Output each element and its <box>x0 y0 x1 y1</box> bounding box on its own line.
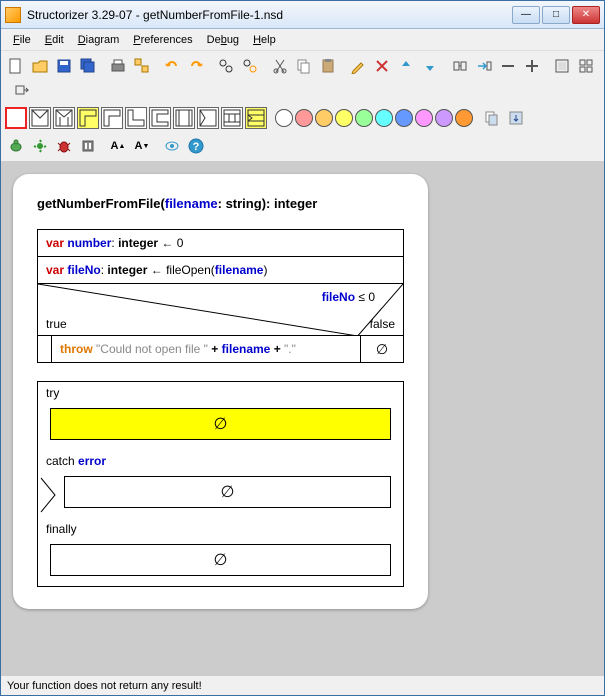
element-while[interactable] <box>101 107 123 129</box>
app-window: Structorizer 3.29-07 - getNumberFromFile… <box>0 0 605 696</box>
copy-icon[interactable] <box>293 55 315 77</box>
font-up-icon[interactable]: A▲ <box>107 135 129 157</box>
delete-icon[interactable] <box>371 55 393 77</box>
color-purple[interactable] <box>435 109 453 127</box>
save-all-icon[interactable] <box>77 55 99 77</box>
menu-diagram[interactable]: Diagram <box>72 32 126 48</box>
instruction-block-2[interactable]: var fileNo: integer ← fileOpen(filename) <box>38 257 403 283</box>
element-forever[interactable] <box>149 107 171 129</box>
color-yellow[interactable] <box>335 109 353 127</box>
menu-file[interactable]: File <box>7 32 37 48</box>
app-icon <box>5 7 21 23</box>
collapse-icon[interactable] <box>497 55 519 77</box>
menu-edit[interactable]: Edit <box>39 32 70 48</box>
color-magenta[interactable] <box>415 109 433 127</box>
try-body-slot[interactable]: ∅ <box>50 408 391 440</box>
element-try[interactable] <box>245 107 267 129</box>
menu-preferences[interactable]: Preferences <box>127 32 198 48</box>
print-icon[interactable] <box>107 55 129 77</box>
titlebar: Structorizer 3.29-07 - getNumberFromFile… <box>1 1 604 29</box>
menu-debug[interactable]: Debug <box>201 32 245 48</box>
catch-body-slot[interactable]: ∅ <box>64 476 391 508</box>
export-icon[interactable] <box>505 107 527 129</box>
nsd-diagram[interactable]: getNumberFromFile(filename: string): int… <box>13 174 428 609</box>
try-block[interactable]: try ∅ catch error ∅ finally ∅ <box>37 381 404 587</box>
finally-body-slot[interactable]: ∅ <box>50 544 391 576</box>
window-title: Structorizer 3.29-07 - getNumberFromFile… <box>27 8 512 22</box>
window-controls: — □ ✕ <box>512 6 600 24</box>
paste-icon[interactable] <box>317 55 339 77</box>
run-icon[interactable] <box>29 135 51 157</box>
color-red[interactable] <box>295 109 313 127</box>
copy-diagram-icon[interactable] <box>481 107 503 129</box>
move-up-icon[interactable] <box>395 55 417 77</box>
edit-icon[interactable] <box>347 55 369 77</box>
svg-text:?: ? <box>193 141 200 153</box>
menu-help[interactable]: Help <box>247 32 282 48</box>
catch-chevron-icon <box>38 472 60 518</box>
element-jump[interactable] <box>197 107 219 129</box>
statusbar: Your function does not return any result… <box>1 675 604 695</box>
maximize-button[interactable]: □ <box>542 6 570 24</box>
color-cyan[interactable] <box>375 109 393 127</box>
turtle-icon[interactable] <box>5 135 27 157</box>
element-for[interactable] <box>77 107 99 129</box>
color-green[interactable] <box>355 109 373 127</box>
grid-icon[interactable] <box>575 55 597 77</box>
color-orange[interactable] <box>315 109 333 127</box>
arrange-icon[interactable] <box>131 55 153 77</box>
dim-icon[interactable] <box>551 55 573 77</box>
box-arrow-icon[interactable] <box>11 79 33 101</box>
help-icon[interactable]: ? <box>185 135 207 157</box>
element-repeat[interactable] <box>125 107 147 129</box>
element-instruction[interactable] <box>5 107 27 129</box>
font-down-icon[interactable]: A▼ <box>131 135 153 157</box>
new-icon[interactable] <box>5 55 27 77</box>
move-down-icon[interactable] <box>419 55 441 77</box>
save-icon[interactable] <box>53 55 75 77</box>
alternative-block[interactable]: fileNo ≤ 0 true false throw "Could not o… <box>37 284 404 363</box>
close-button[interactable]: ✕ <box>572 6 600 24</box>
instruction-block-1[interactable]: var number: integer ← 0 var fileNo: inte… <box>37 229 404 284</box>
debug-icon[interactable] <box>53 135 75 157</box>
color-brown[interactable] <box>455 109 473 127</box>
outsource-icon[interactable] <box>473 55 495 77</box>
color-blue[interactable] <box>395 109 413 127</box>
alt-true-branch[interactable]: throw "Could not open file " + filename … <box>52 336 361 362</box>
canvas[interactable]: getNumberFromFile(filename: string): int… <box>1 162 604 675</box>
expand-icon[interactable] <box>521 55 543 77</box>
status-text: Your function does not return any result… <box>7 680 202 692</box>
stop-icon[interactable] <box>77 135 99 157</box>
find-icon[interactable] <box>215 55 237 77</box>
diagram-header[interactable]: getNumberFromFile(filename: string): int… <box>37 196 404 211</box>
minimize-button[interactable]: — <box>512 6 540 24</box>
toolbar-1: A▲ A▼ ? <box>1 51 604 162</box>
undo-icon[interactable] <box>161 55 183 77</box>
open-icon[interactable] <box>29 55 51 77</box>
cut-icon[interactable] <box>269 55 291 77</box>
element-call[interactable] <box>173 107 195 129</box>
redo-icon[interactable] <box>185 55 207 77</box>
find-replace-icon[interactable] <box>239 55 261 77</box>
menubar: File Edit Diagram Preferences Debug Help <box>1 29 604 51</box>
element-parallel[interactable] <box>221 107 243 129</box>
view-icon[interactable] <box>161 135 183 157</box>
element-case[interactable] <box>53 107 75 129</box>
color-white[interactable] <box>275 109 293 127</box>
transmute-icon[interactable] <box>449 55 471 77</box>
alt-false-branch[interactable]: ∅ <box>361 336 403 362</box>
element-alternative[interactable] <box>29 107 51 129</box>
